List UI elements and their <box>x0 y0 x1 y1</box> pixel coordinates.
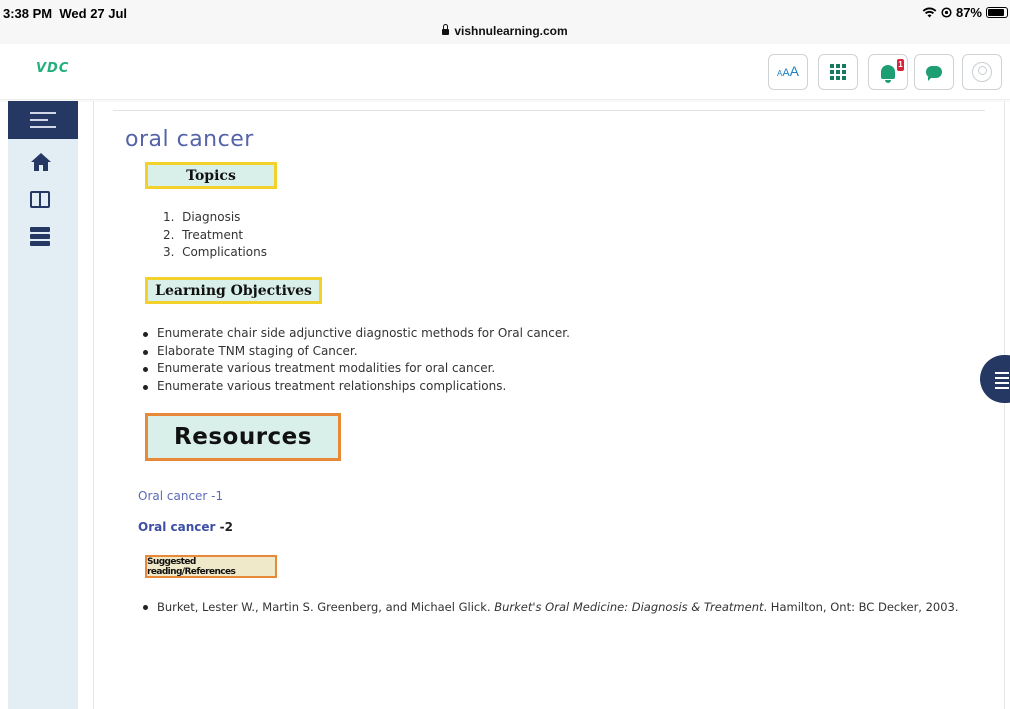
app-header: VDC AAA 1 <box>0 44 1010 100</box>
resources-heading: Resources <box>145 413 341 461</box>
learning-objectives-heading: Learning Objectives <box>145 277 322 304</box>
list-item: Enumerate chair side adjunctive diagnost… <box>143 325 570 343</box>
list-item: 1. Diagnosis <box>163 210 241 224</box>
references-heading: Suggested reading/References <box>145 555 277 578</box>
top-divider <box>113 110 985 111</box>
list-item: 2. Treatment <box>163 227 244 242</box>
list-item: Enumerate various treatment relationship… <box>143 378 570 396</box>
objectives-list: Enumerate chair side adjunctive diagnost… <box>143 325 570 395</box>
resource-link-2-suffix: -2 <box>215 520 233 534</box>
resource-link-1[interactable]: Oral cancer -1 <box>138 489 223 503</box>
user-icon <box>972 62 992 82</box>
page-title: oral cancer <box>125 127 254 152</box>
list-item: Elaborate TNM staging of Cancer. <box>143 343 570 361</box>
sidebar <box>8 101 78 709</box>
status-indicators: 87% <box>922 5 1008 20</box>
grid-icon <box>830 64 846 80</box>
address-url: vishnulearning.com <box>454 24 568 38</box>
server-icon[interactable] <box>30 227 52 247</box>
font-size-large: A <box>789 63 800 79</box>
topic-item: Diagnosis <box>182 210 241 224</box>
font-size-button[interactable]: AAA <box>768 54 808 90</box>
location-icon <box>941 7 952 18</box>
font-size-medium: A <box>782 67 790 79</box>
notification-badge: 1 <box>897 59 904 71</box>
list-item: 3. Complications <box>163 245 267 259</box>
messages-button[interactable] <box>914 54 954 90</box>
address-bar[interactable]: vishnulearning.com <box>0 24 1010 38</box>
apps-grid-button[interactable] <box>818 54 858 90</box>
home-icon[interactable] <box>30 153 52 173</box>
wifi-icon <box>922 7 937 18</box>
status-time: 3:38 PM Wed 27 Jul <box>3 6 127 21</box>
font-size-icon: AAA <box>777 63 799 81</box>
content-divider <box>93 101 94 709</box>
logo[interactable]: VDC <box>36 61 69 76</box>
status-time-clock: 3:38 PM <box>3 6 53 21</box>
list-icon <box>995 372 1009 392</box>
notifications-button[interactable]: 1 <box>868 54 908 90</box>
resource-link-2-label: Oral cancer <box>138 520 216 534</box>
list-item: Enumerate various treatment modalities f… <box>143 360 570 378</box>
user-menu-button[interactable] <box>962 54 1002 90</box>
topic-item: Complications <box>182 245 267 259</box>
chat-icon <box>926 66 942 81</box>
battery-percent: 87% <box>955 5 982 20</box>
status-date: Wed 27 Jul <box>59 6 128 21</box>
menu-icon[interactable] <box>8 101 78 139</box>
topic-item: Treatment <box>182 227 244 242</box>
book-icon[interactable] <box>30 191 50 208</box>
bell-icon <box>881 65 895 83</box>
table-of-contents-button[interactable] <box>980 355 1010 403</box>
reference-authors: Burket, Lester W., Martin S. Greenberg, … <box>157 600 495 614</box>
topics-heading: Topics <box>145 162 277 189</box>
battery-icon <box>986 7 1008 18</box>
reference-item: Burket, Lester W., Martin S. Greenberg, … <box>143 598 983 616</box>
right-divider <box>1004 101 1005 709</box>
lock-icon <box>442 24 450 35</box>
status-bar: 3:38 PM Wed 27 Jul vishnulearning.com 87… <box>0 0 1010 44</box>
resource-link-2[interactable]: Oral cancer -2 <box>138 520 233 534</box>
reference-book-title: Burket's Oral Medicine: Diagnosis & Trea… <box>494 600 764 614</box>
topic-list: 1. Diagnosis 2. Treatment 3. Complicatio… <box>163 209 267 262</box>
reference-publisher: . Hamilton, Ont: BC Decker, 2003. <box>763 600 959 614</box>
